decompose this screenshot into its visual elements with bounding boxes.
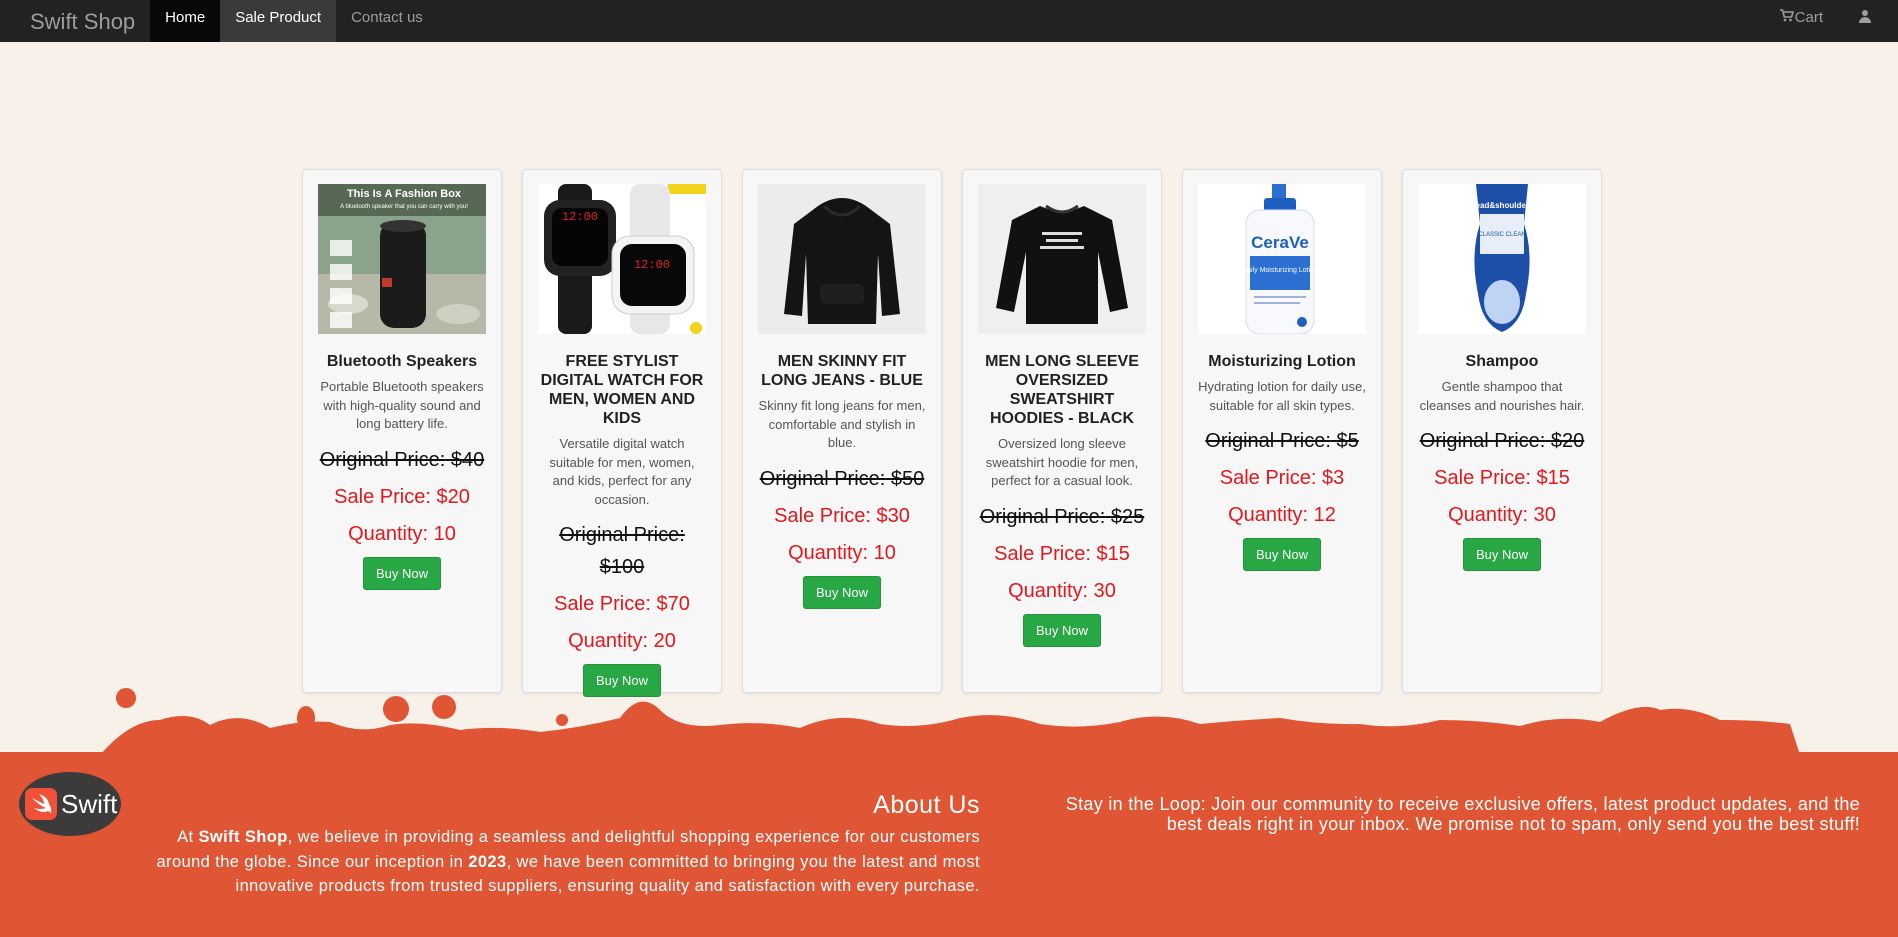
product-description: Portable Bluetooth speakers with high-qu…: [320, 379, 484, 431]
shampoo-brand-text: head&shoulders: [1471, 201, 1534, 210]
product-description: Hydrating lotion for daily use, suitable…: [1198, 379, 1366, 413]
sale-price: Sale Price: $15: [994, 542, 1130, 565]
sale-price: Sale Price: $70: [554, 593, 690, 615]
product-title: MEN SKINNY FIT LONG JEANS - BLUE: [761, 353, 923, 389]
user-icon: [1858, 10, 1872, 24]
newsletter-text: Stay in the Loop: Join our community to …: [1065, 794, 1860, 834]
footer: Swift About Us At Swift Shop, we believe…: [0, 752, 1898, 937]
speaker-image-heading: This Is A Fashion Box: [347, 188, 462, 200]
nav-cart[interactable]: Cart: [1765, 0, 1843, 42]
buy-now-button[interactable]: Buy Now: [1022, 613, 1102, 647]
watch-display-1: 12:00: [562, 210, 598, 224]
logo-text: Swift: [61, 788, 118, 819]
product-image-lotion: CeraVe Daily Moisturizing Lotion: [1198, 184, 1366, 334]
original-price: Original Price: $25: [979, 505, 1145, 528]
quantity: Quantity: 10: [788, 541, 896, 564]
product-title: Moisturizing Lotion: [1208, 353, 1356, 370]
nav-contact-us[interactable]: Contact us: [336, 0, 438, 42]
about-brand: Swift Shop: [198, 828, 288, 846]
product-card: CeraVe Daily Moisturizing Lotion Moistur…: [1182, 169, 1382, 693]
quantity: Quantity: 12: [1228, 504, 1336, 526]
nav-sale-product[interactable]: Sale Product: [220, 0, 337, 42]
watch-display-2: 12:00: [634, 258, 670, 272]
buy-now-button[interactable]: Buy Now: [1242, 538, 1322, 571]
sale-price: Sale Price: $30: [774, 504, 910, 527]
nav-home[interactable]: Home: [150, 0, 221, 42]
product-description: Gentle shampoo that cleanses and nourish…: [1419, 379, 1585, 413]
product-description: Versatile digital watch suitable for men…: [549, 436, 695, 507]
about-year: 2023: [468, 852, 507, 871]
lotion-brand-text: CeraVe: [1251, 233, 1309, 252]
product-description: Skinny fit long jeans for men, comfortab…: [758, 398, 926, 450]
buy-now-button[interactable]: Buy Now: [802, 575, 882, 609]
original-price: Original Price: $100: [559, 524, 685, 578]
about-text: At Swift Shop, we believe in providing a…: [156, 828, 980, 895]
original-price: Original Price: $50: [759, 467, 925, 490]
product-title: FREE STYLIST DIGITAL WATCH FOR MEN, WOME…: [540, 353, 704, 427]
quantity: Quantity: 30: [1448, 504, 1556, 526]
buy-now-button[interactable]: Buy Now: [1462, 538, 1542, 571]
nav-right: Cart: [1765, 0, 1898, 42]
lotion-label-text: Daily Moisturizing Lotion: [1242, 267, 1318, 274]
product-title: Shampoo: [1465, 353, 1539, 370]
original-price: Original Price: $5: [1205, 430, 1359, 452]
product-image-watch: 12:00 12:00: [538, 184, 706, 334]
sale-price: Sale Price: $3: [1219, 467, 1345, 489]
product-image-hoodie: [758, 184, 926, 334]
sale-price: Sale Price: $15: [1434, 467, 1570, 489]
footer-logo[interactable]: Swift: [19, 772, 121, 836]
about-section: About Us At Swift Shop, we believe in pr…: [150, 791, 980, 899]
product-grid: This Is A Fashion Box A bluetooth speake…: [302, 169, 1602, 697]
sale-price: Sale Price: $20: [334, 485, 470, 508]
swift-bird-icon: [25, 788, 57, 820]
product-card: MEN LONG SLEEVE OVERSIZED SWEATSHIRT HOO…: [962, 169, 1162, 693]
buy-now-button[interactable]: Buy Now: [362, 556, 442, 590]
product-card: 12:00 12:00 FREE STYLIST DIGITAL WATCH F…: [522, 169, 722, 697]
product-title: MEN LONG SLEEVE OVERSIZED SWEATSHIRT HOO…: [985, 353, 1139, 427]
product-description: Oversized long sleeve sweatshirt hoodie …: [985, 436, 1139, 488]
about-title: About Us: [873, 791, 980, 819]
brand-link[interactable]: Swift Shop: [0, 0, 150, 42]
quantity: Quantity: 30: [1008, 579, 1116, 602]
product-title: Bluetooth Speakers: [326, 353, 478, 370]
product-image-sweatshirt: [978, 184, 1146, 334]
speaker-image-subheading: A bluetooth speaker that you can carry w…: [340, 204, 468, 210]
product-card: MEN SKINNY FIT LONG JEANS - BLUE Skinny …: [742, 169, 942, 693]
cart-label: Cart: [1794, 9, 1823, 26]
quantity: Quantity: 20: [568, 630, 676, 652]
product-image-speaker: This Is A Fashion Box A bluetooth speake…: [318, 184, 486, 334]
navbar: Swift Shop Home Sale Product Contact us …: [0, 0, 1898, 42]
footer-splash-decoration: [100, 688, 1800, 755]
shampoo-label-text: CLASSIC CLEAN: [1478, 232, 1525, 238]
quantity: Quantity: 10: [348, 522, 456, 545]
nav-user[interactable]: [1843, 0, 1898, 42]
original-price: Original Price: $20: [1419, 430, 1585, 452]
product-card: head&shoulders CLASSIC CLEAN Shampoo Gen…: [1402, 169, 1602, 693]
original-price: Original Price: $40: [319, 448, 485, 471]
cart-icon: [1779, 9, 1794, 26]
product-card: This Is A Fashion Box A bluetooth speake…: [302, 169, 502, 693]
product-image-shampoo: head&shoulders CLASSIC CLEAN: [1418, 184, 1586, 334]
